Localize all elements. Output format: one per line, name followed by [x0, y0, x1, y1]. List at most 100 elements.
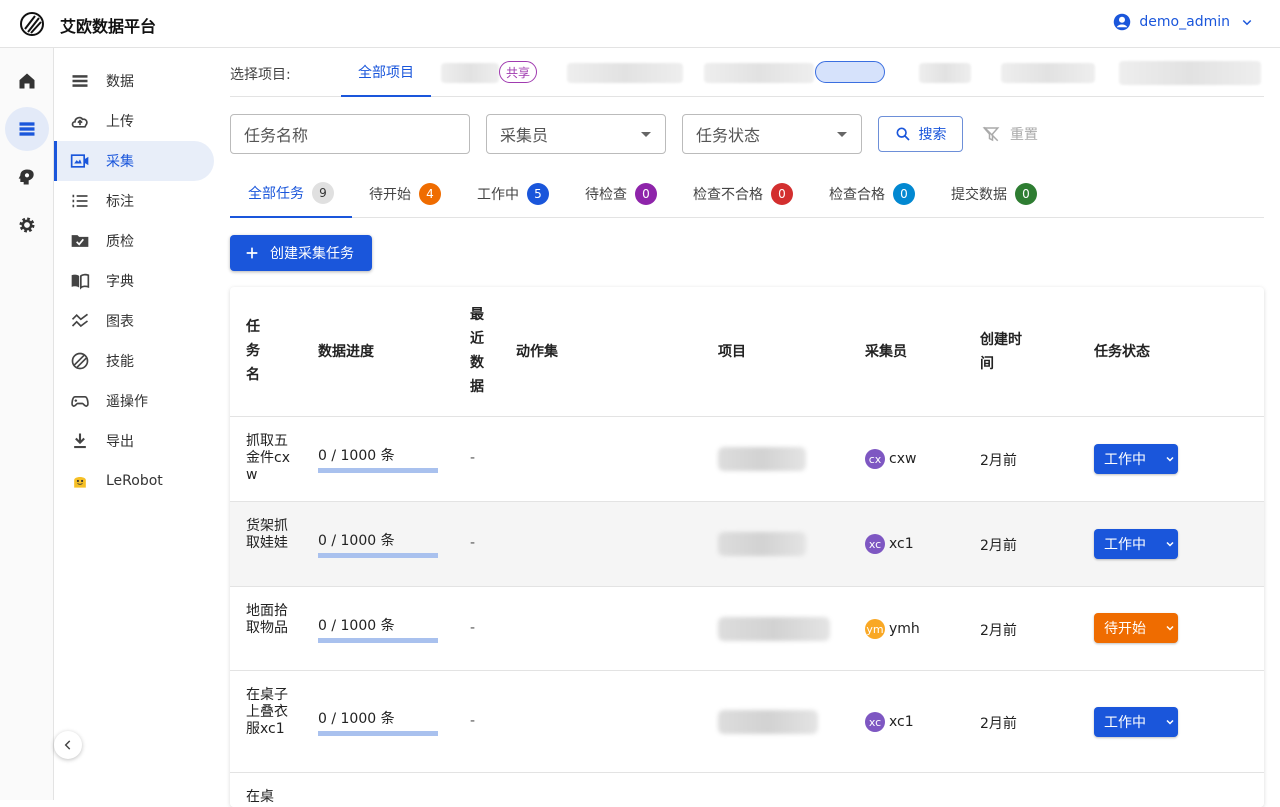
search-button[interactable]: 搜索: [878, 116, 963, 152]
count-badge: 5: [527, 183, 549, 205]
brain-icon: [18, 169, 34, 185]
collector-select[interactable]: 采集员: [486, 114, 666, 154]
chevron-down-icon: [1166, 541, 1174, 547]
col-header-status[interactable]: 任务状态: [1094, 340, 1150, 364]
table-row[interactable]: 在桌: [230, 773, 1264, 807]
sidebar-item-charts[interactable]: 图表: [54, 301, 214, 341]
task-name: 地面拾取物品: [246, 603, 288, 636]
chevron-left-icon: [64, 740, 71, 750]
plus-icon: [246, 247, 258, 259]
tab-in-progress[interactable]: 工作中 5: [477, 170, 549, 218]
project-tab-redacted[interactable]: [1001, 63, 1095, 83]
folder-check-icon: [71, 235, 89, 247]
avatar: cx: [865, 449, 885, 469]
rail-settings[interactable]: [5, 203, 49, 247]
filter-off-icon: [982, 126, 1000, 142]
status-dropdown-button[interactable]: 工作中: [1094, 529, 1178, 559]
recent-data: -: [470, 620, 476, 636]
rail-data[interactable]: [5, 107, 49, 151]
col-header-progress[interactable]: 数据进度: [318, 340, 374, 364]
chevron-down-icon: [1166, 625, 1174, 631]
project-name-redacted: [718, 447, 806, 471]
sidebar-collapse-button[interactable]: [54, 731, 82, 759]
project-tab-all[interactable]: 全部项目: [341, 48, 431, 97]
app-header: 艾欧数据平台 demo_admin: [0, 0, 1280, 48]
table-row[interactable]: 抓取五金件cxw 0 / 1000 条 - cx cxw 2月前 工作中: [230, 417, 1264, 502]
create-task-button[interactable]: 创建采集任务: [230, 235, 372, 271]
project-selector-label: 选择项目:: [230, 67, 291, 83]
sidebar-item-lerobot[interactable]: LeRobot: [54, 461, 214, 501]
created-time: 2月前: [980, 538, 1017, 554]
col-header-recent[interactable]: 最近数据: [470, 303, 488, 399]
collector: xc xc1: [865, 534, 914, 554]
col-header-created[interactable]: 创建时间: [980, 328, 1024, 376]
created-time: 2月前: [980, 623, 1017, 639]
table-header: 任务名 数据进度 最近数据 动作集 项目 采集员 创建时间 任务状态: [230, 287, 1264, 417]
project-tab-redacted[interactable]: [567, 63, 683, 83]
sidebar-item-label: 上传: [106, 114, 134, 130]
col-header-actions[interactable]: 动作集: [516, 340, 558, 364]
sidebar-item-data[interactable]: 数据: [54, 61, 214, 101]
col-header-name[interactable]: 任务名: [246, 315, 266, 387]
created-time: 2月前: [980, 716, 1017, 732]
sidebar-item-dictionary[interactable]: 字典: [54, 261, 214, 301]
list-icon: [72, 75, 88, 87]
project-tab-redacted[interactable]: [1119, 61, 1261, 85]
download-icon: [74, 433, 86, 449]
rail-home[interactable]: [5, 59, 49, 103]
recent-data: -: [470, 535, 476, 551]
reset-button[interactable]: 重置: [982, 116, 1038, 152]
status-dropdown-button[interactable]: 待开始: [1094, 613, 1178, 643]
sidebar-item-label: 技能: [106, 354, 134, 370]
project-tab-redacted[interactable]: [704, 63, 814, 83]
sidebar-item-skills[interactable]: 技能: [54, 341, 214, 381]
sidebar-item-label: 采集: [106, 154, 134, 170]
progress-text: 0 / 1000 条: [318, 618, 395, 634]
status-tabs: 全部任务 9 待开始 4 工作中 5 待检查 0 检查不合格 0 检查合格 0 …: [230, 170, 1264, 218]
sidebar-item-qc[interactable]: 质检: [54, 221, 214, 261]
avatar: xc: [865, 712, 885, 732]
user-menu[interactable]: demo_admin: [1113, 13, 1256, 31]
sidebar-item-teleop[interactable]: 遥操作: [54, 381, 214, 421]
sidebar-item-export[interactable]: 导出: [54, 421, 214, 461]
status-dropdown-button[interactable]: 工作中: [1094, 444, 1178, 474]
status-dropdown-button[interactable]: 工作中: [1094, 707, 1178, 737]
task-table: 任务名 数据进度 最近数据 动作集 项目 采集员 创建时间 任务状态 抓取五金件…: [230, 287, 1264, 807]
tab-submitted[interactable]: 提交数据 0: [951, 170, 1037, 218]
home-icon: [19, 73, 35, 89]
tab-pending[interactable]: 待开始 4: [369, 170, 441, 218]
status-select[interactable]: 任务状态: [682, 114, 862, 154]
progress-bar: [318, 638, 438, 643]
lerobot-icon: [74, 477, 86, 488]
app-logo-icon[interactable]: [20, 12, 44, 36]
tab-all-tasks[interactable]: 全部任务 9: [230, 170, 352, 218]
tab-check-failed[interactable]: 检查不合格 0: [693, 170, 793, 218]
avatar: xc: [865, 534, 885, 554]
skills-icon: [71, 352, 89, 370]
share-badge: 共享: [499, 61, 538, 83]
project-tab-redacted[interactable]: [919, 63, 971, 83]
table-row[interactable]: 在桌子上叠衣服xc1 0 / 1000 条 - xc xc1 2月前 工作中: [230, 671, 1264, 773]
video-icon: [70, 154, 89, 168]
rail-ai[interactable]: [5, 155, 49, 199]
sidebar-item-label: 字典: [106, 274, 134, 290]
sidebar-item-annotate[interactable]: 标注: [54, 181, 214, 221]
gear-icon: [19, 217, 35, 233]
app-title: 艾欧数据平台: [60, 17, 157, 36]
project-tab-redacted[interactable]: [441, 63, 499, 83]
task-name: 抓取五金件cxw: [246, 433, 290, 483]
col-header-collector[interactable]: 采集员: [865, 340, 907, 364]
sidebar-item-upload[interactable]: 上传: [54, 101, 214, 141]
cloud-upload-icon: [71, 116, 88, 128]
count-badge: 9: [312, 182, 334, 204]
sidebar-item-label: 质检: [106, 234, 134, 250]
project-name-redacted: [718, 617, 830, 641]
table-row[interactable]: 货架抓取娃娃 0 / 1000 条 - xc xc1 2月前 工作中: [230, 502, 1264, 587]
task-name-input[interactable]: 任务名称: [230, 114, 470, 154]
tab-to-check[interactable]: 待检查 0: [585, 170, 657, 218]
tab-check-passed[interactable]: 检查合格 0: [829, 170, 915, 218]
sidebar-item-label: 数据: [106, 74, 134, 90]
sidebar-item-collect[interactable]: 采集: [54, 141, 214, 181]
col-header-project[interactable]: 项目: [718, 340, 746, 364]
table-row[interactable]: 地面拾取物品 0 / 1000 条 - ym ymh 2月前 待开始: [230, 587, 1264, 671]
